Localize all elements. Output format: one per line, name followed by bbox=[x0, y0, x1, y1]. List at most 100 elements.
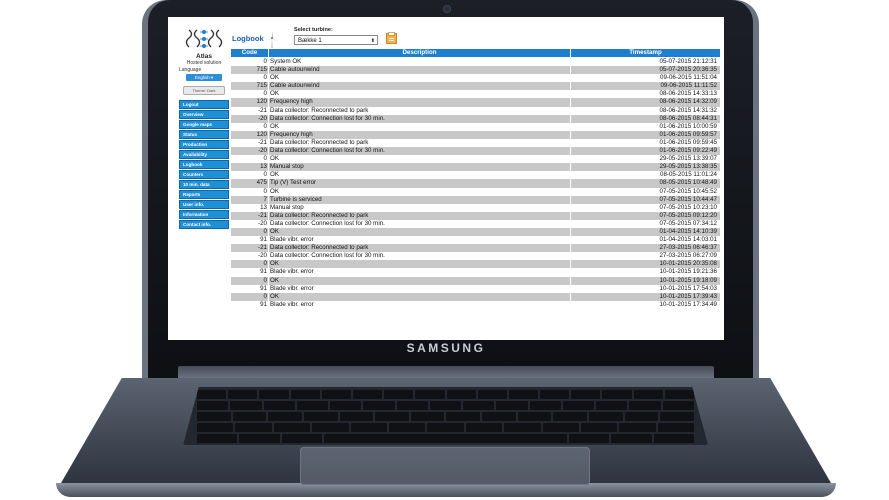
cell-description: Cable autounwind bbox=[268, 66, 571, 75]
app-subtitle: Hosted solution bbox=[186, 60, 222, 66]
cell-description: Turbine is serviced bbox=[268, 195, 571, 204]
cell-description: Blade vibr. error bbox=[268, 300, 571, 309]
table-row: 0 OK 10-01-2015 19:18:09 bbox=[230, 276, 721, 285]
cell-description: Data collector: Reconnected to park bbox=[268, 244, 571, 253]
cell-timestamp: 07-05-2015 09:12:20 bbox=[570, 211, 721, 220]
cell-timestamp: 29-05-2015 13:38:35 bbox=[570, 163, 721, 172]
cell-code: 0 bbox=[230, 260, 269, 269]
webcam bbox=[444, 6, 450, 12]
cell-description: Data collector: Connection lost for 30 m… bbox=[268, 219, 571, 228]
cell-description: OK bbox=[268, 292, 571, 301]
cell-timestamp: 01-06-2015 09:59:57 bbox=[570, 130, 721, 139]
cell-code: -20 bbox=[230, 252, 269, 261]
export-icon[interactable] bbox=[386, 32, 397, 44]
cell-code: 120 bbox=[230, 98, 269, 107]
cell-code: -20 bbox=[230, 147, 269, 156]
cell-code: 13 bbox=[230, 163, 269, 172]
nav-item-logout[interactable]: Logout bbox=[179, 100, 229, 109]
cell-timestamp: 10-01-2015 19:18:09 bbox=[570, 276, 721, 285]
cell-timestamp: 09-06-2015 11:51:04 bbox=[570, 74, 721, 83]
select-turbine-label: Select turbine: bbox=[294, 27, 333, 33]
nav-item-google-maps[interactable]: Google maps bbox=[179, 120, 229, 129]
table-row: 0 OK 08-06-2015 14:33:13 bbox=[230, 90, 721, 99]
cell-description: OK bbox=[268, 227, 571, 237]
table-row: -20 Data collector: Connection lost for 3… bbox=[230, 114, 721, 123]
cell-code: 0 bbox=[230, 155, 269, 164]
cell-description: System OK bbox=[268, 57, 571, 67]
nav-menu: Logout Overview Google maps Status Produ… bbox=[179, 100, 229, 229]
nav-item-counters[interactable]: Counters bbox=[179, 170, 229, 179]
table-row: 7 Turbine is serviced 07-05-2015 10:44:47 bbox=[230, 195, 721, 204]
cell-timestamp: 07-05-2015 07:34:12 bbox=[570, 219, 721, 228]
table-row: 120 Frequency high 01-06-2015 09:59:57 bbox=[230, 130, 721, 139]
cell-code: 120 bbox=[230, 130, 269, 139]
cell-timestamp: 01-06-2015 10:00:59 bbox=[570, 122, 721, 131]
nav-item-overview[interactable]: Overview bbox=[179, 110, 229, 119]
cell-code: 0 bbox=[230, 187, 269, 196]
cell-timestamp: 10-01-2015 17:54:03 bbox=[570, 284, 721, 293]
column-header-timestamp[interactable]: Timestamp bbox=[570, 48, 721, 58]
nav-item-production[interactable]: Production bbox=[179, 140, 229, 149]
nav-item-information[interactable]: Information bbox=[179, 210, 229, 219]
cell-description: OK bbox=[268, 260, 571, 269]
cell-timestamp: 27-03-2015 06:27:09 bbox=[570, 252, 721, 261]
cell-timestamp: 08-05-2015 11:01:24 bbox=[570, 171, 721, 180]
cell-timestamp: 01-06-2015 09:59:45 bbox=[570, 138, 721, 148]
cell-timestamp: 05-07-2015 20:36:35 bbox=[570, 66, 721, 75]
cell-timestamp: 10-01-2015 17:39:43 bbox=[570, 292, 721, 301]
cell-timestamp: 01-04-2015 14:10:39 bbox=[570, 227, 721, 237]
table-row: -21 Data collector: Reconnected to park 01… bbox=[230, 138, 721, 148]
nav-item-user-info[interactable]: User info. bbox=[179, 200, 229, 209]
cell-code: 91 bbox=[230, 236, 269, 245]
table-row: -21 Data collector: Reconnected to park 08… bbox=[230, 106, 721, 115]
table-header-row: Code Description Timestamp bbox=[230, 48, 721, 58]
cell-description: Tip (V) Test error bbox=[268, 179, 571, 188]
cell-description: OK bbox=[268, 187, 571, 196]
column-header-description[interactable]: Description bbox=[268, 48, 571, 58]
cell-timestamp: 10-01-2015 19:21:36 bbox=[570, 268, 721, 277]
cell-description: Blade vibr. error bbox=[268, 268, 571, 277]
language-select[interactable]: English ▾ bbox=[186, 74, 222, 81]
language-value: English bbox=[194, 75, 210, 80]
nav-item-availability[interactable]: Availability bbox=[179, 150, 229, 159]
cell-timestamp: 07-05-2015 10:44:47 bbox=[570, 195, 721, 204]
cell-code: 0 bbox=[230, 74, 269, 83]
cell-code: -21 bbox=[230, 211, 269, 220]
cell-code: 91 bbox=[230, 300, 269, 309]
table-row: 13 Manual stop 07-05-2015 10:23:10 bbox=[230, 203, 721, 212]
table-row: 91 Blade vibr. error 10-01-2015 17:34:49 bbox=[230, 300, 721, 309]
table-row: 0 OK 01-06-2015 10:00:59 bbox=[230, 122, 721, 131]
cell-timestamp: 10-01-2015 17:34:49 bbox=[570, 300, 721, 309]
nav-item-contact-info[interactable]: Contact info. bbox=[179, 220, 229, 229]
column-header-code[interactable]: Code bbox=[230, 48, 269, 58]
table-row: 120 Frequency high 08-06-2015 14:32:09 bbox=[230, 98, 721, 107]
updown-arrows-icon: ⬍ bbox=[370, 38, 375, 44]
cell-description: OK bbox=[268, 171, 571, 180]
cell-description: Frequency high bbox=[268, 98, 571, 107]
table-row: 0 OK 10-01-2015 20:35:08 bbox=[230, 260, 721, 269]
table-row: -21 Data collector: Reconnected to park 07… bbox=[230, 211, 721, 220]
table-row: 0 System OK 05-07-2015 21:12:31 bbox=[230, 57, 721, 67]
language-label: Language bbox=[179, 67, 202, 73]
cell-description: Cable autounwind bbox=[268, 82, 571, 91]
cell-description: OK bbox=[268, 155, 571, 164]
turbine-select[interactable]: Bække 1 ⬍ bbox=[294, 35, 378, 45]
table-row: 0 OK 08-05-2015 11:01:24 bbox=[230, 171, 721, 180]
table-row: 715 Cable autounwind 09-06-2015 11:11:52 bbox=[230, 82, 721, 91]
cell-timestamp: 08-06-2015 14:32:09 bbox=[570, 98, 721, 107]
theme-button[interactable]: Theme: Dark bbox=[183, 86, 225, 95]
screen: Atlas Hosted solution Language English ▾… bbox=[168, 17, 724, 340]
table-row: 0 OK 10-01-2015 17:39:43 bbox=[230, 292, 721, 301]
cell-timestamp: 10-01-2015 20:35:08 bbox=[570, 260, 721, 269]
cell-timestamp: 07-05-2015 10:23:10 bbox=[570, 203, 721, 212]
cell-description: OK bbox=[268, 90, 571, 99]
nav-item-status[interactable]: Status bbox=[179, 130, 229, 139]
nav-item-logbook[interactable]: Logbook bbox=[179, 160, 229, 169]
table-row: 475 Tip (V) Test error 08-05-2015 10:48:49 bbox=[230, 179, 721, 188]
table-row: 0 OK 29-05-2015 13:39:07 bbox=[230, 155, 721, 164]
nav-item-10-min-data[interactable]: 10 min. data bbox=[179, 180, 229, 189]
nav-item-reports[interactable]: Reports bbox=[179, 190, 229, 199]
cell-timestamp: 09-06-2015 11:11:52 bbox=[570, 82, 721, 91]
cell-description: Data collector: Reconnected to park bbox=[268, 106, 571, 115]
cell-description: OK bbox=[268, 74, 571, 83]
